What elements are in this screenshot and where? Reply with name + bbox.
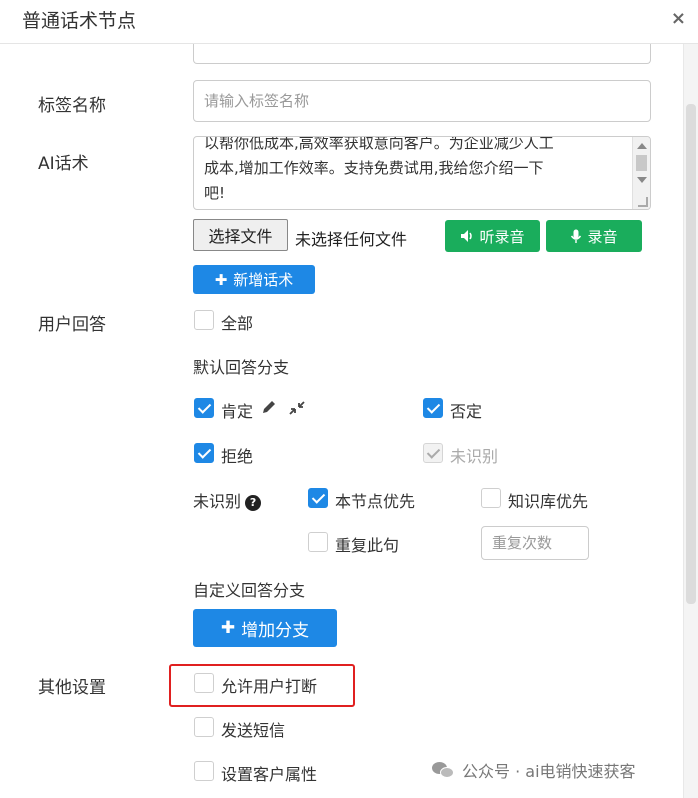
repeat-sentence-checkbox[interactable]: [308, 532, 328, 552]
ai-script-textarea[interactable]: 以帮你低成本,高效率获取意向客户。为企业减少人工 成本,增加工作效率。支持免费试…: [193, 136, 651, 210]
highlight-box: [169, 664, 355, 707]
reject-checkbox-label: 拒绝: [221, 447, 254, 466]
plus-icon: ✚: [214, 270, 228, 289]
node-first-checkbox[interactable]: [308, 488, 328, 508]
ai-script-label: AI话术: [38, 154, 89, 174]
set-attr-checkbox[interactable]: [194, 761, 214, 781]
all-checkbox[interactable]: [194, 310, 214, 330]
set-attr-label: 设置客户属性: [221, 765, 318, 784]
all-checkbox-label: 全部: [221, 314, 254, 333]
ai-script-text: 以帮你低成本,高效率获取意向客户。为企业减少人工 成本,增加工作效率。支持免费试…: [204, 136, 554, 202]
tag-name-input[interactable]: [193, 80, 651, 122]
other-settings-label: 其他设置: [38, 678, 106, 698]
scroll-up-icon[interactable]: [637, 143, 647, 149]
scroll-down-icon[interactable]: [637, 177, 647, 183]
listen-recording-button[interactable]: 听录音: [445, 220, 540, 252]
watermark: 公众号 · ai电销快速获客: [432, 758, 636, 782]
repeat-count-input[interactable]: [481, 526, 589, 560]
add-branch-button[interactable]: ✚ 增加分支: [193, 609, 337, 647]
add-script-button[interactable]: ✚ 新增话术: [193, 265, 315, 294]
mic-icon: [571, 229, 582, 243]
unrecognized-checkbox: [423, 443, 443, 463]
send-sms-label: 发送短信: [221, 721, 286, 740]
resize-handle-icon[interactable]: [638, 197, 648, 207]
compress-icon[interactable]: [288, 400, 306, 416]
dialog-header: 普通话术节点 ×: [0, 0, 698, 44]
node-first-label: 本节点优先: [335, 492, 416, 511]
positive-checkbox-label: 肯定: [221, 402, 254, 421]
close-icon[interactable]: ×: [671, 8, 686, 29]
unrecognized-label: 未识别?: [193, 488, 262, 512]
kb-first-label: 知识库优先: [508, 492, 589, 511]
node-name-input[interactable]: [193, 44, 651, 64]
user-answer-label: 用户回答: [38, 315, 106, 335]
dialog-scroll-thumb[interactable]: [686, 104, 696, 604]
pencil-icon[interactable]: [260, 400, 278, 416]
volume-icon: [461, 230, 473, 242]
tag-name-label: 标签名称: [38, 96, 106, 116]
negative-checkbox[interactable]: [423, 398, 443, 418]
help-icon[interactable]: ?: [245, 495, 262, 511]
file-status: 未选择任何文件: [295, 230, 408, 249]
reject-checkbox[interactable]: [194, 443, 214, 463]
dialog: 标签名称 AI话术 以帮你低成本,高效率获取意向客户。为企业减少人工 成本,增加…: [0, 0, 698, 798]
choose-file-button[interactable]: 选择文件: [193, 219, 288, 251]
wechat-icon: [432, 760, 456, 780]
default-branch-title: 默认回答分支: [193, 358, 290, 377]
record-button[interactable]: 录音: [546, 220, 642, 252]
dialog-title: 普通话术节点: [22, 10, 137, 32]
plus-icon: ✚: [220, 618, 236, 638]
custom-branch-title: 自定义回答分支: [193, 581, 306, 600]
negative-checkbox-label: 否定: [450, 402, 483, 421]
repeat-sentence-label: 重复此句: [335, 536, 400, 555]
positive-checkbox[interactable]: [194, 398, 214, 418]
kb-first-checkbox[interactable]: [481, 488, 501, 508]
unrecognized-checkbox-label: 未识别: [450, 447, 499, 466]
scroll-thumb[interactable]: [636, 155, 647, 171]
dialog-scrollbar[interactable]: [683, 44, 698, 798]
send-sms-checkbox[interactable]: [194, 717, 214, 737]
